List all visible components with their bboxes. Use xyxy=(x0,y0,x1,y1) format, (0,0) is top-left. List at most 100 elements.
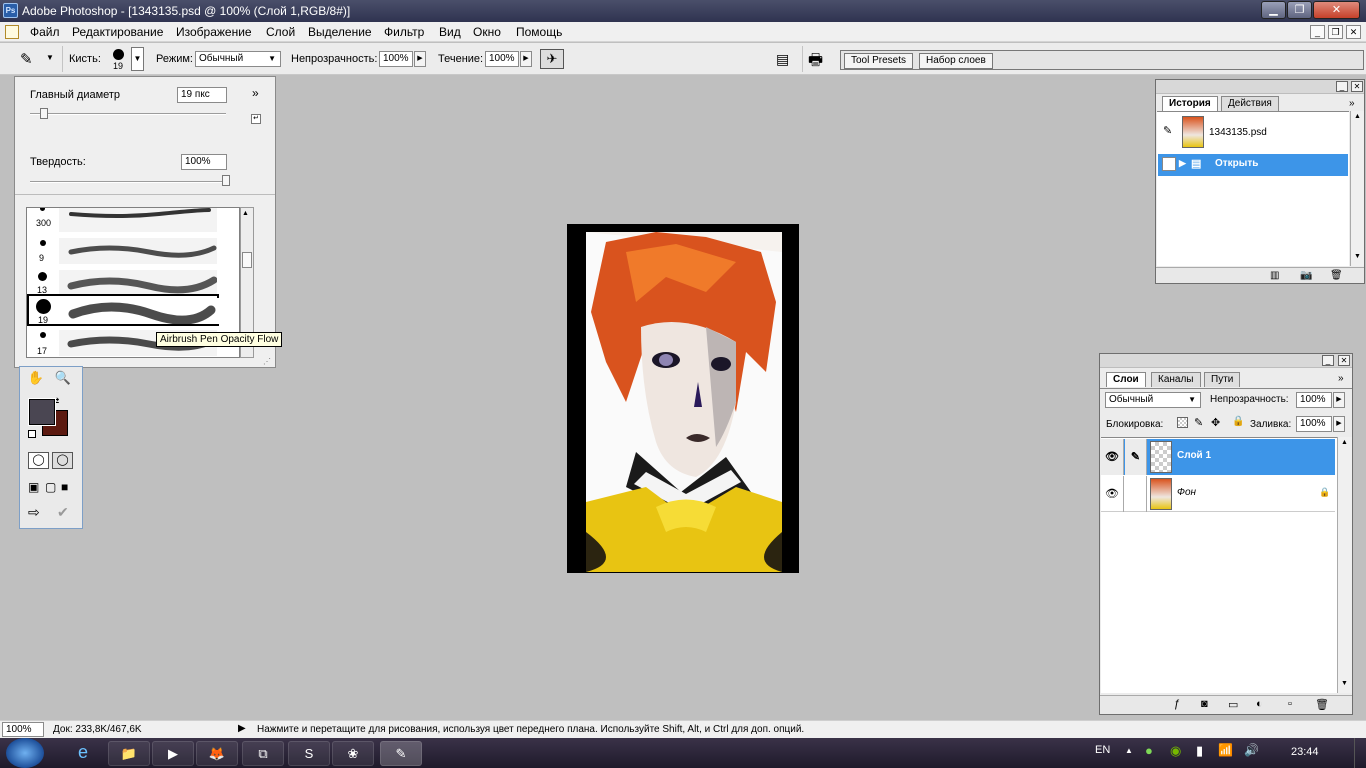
trash-icon[interactable]: 🗑 xyxy=(1330,270,1343,281)
minimize-button[interactable]: ▁ xyxy=(1261,1,1286,19)
tab-paths[interactable]: Пути xyxy=(1204,372,1241,387)
brush-preview[interactable] xyxy=(113,49,124,60)
scroll-down-icon[interactable]: ▼ xyxy=(1341,680,1348,687)
menu-image[interactable]: Изображение xyxy=(176,25,252,39)
layer-row-layer1[interactable]: 👁 ✎ Слой 1 xyxy=(1101,439,1335,475)
brush-picker-button[interactable]: ▼ xyxy=(131,47,144,71)
brush-preset-9[interactable]: 9 xyxy=(27,236,227,268)
explorer-icon[interactable]: 📁 xyxy=(108,741,150,766)
hardness-slider-thumb[interactable] xyxy=(222,175,230,186)
layer-style-icon[interactable]: ƒ xyxy=(1174,698,1180,710)
maximize-button[interactable]: ❐ xyxy=(1287,1,1312,19)
scroll-thumb[interactable] xyxy=(242,252,252,268)
tab-channels[interactable]: Каналы xyxy=(1151,372,1201,387)
network-app-icon[interactable]: ⧉ xyxy=(242,741,284,766)
tab-layer-comps[interactable]: Набор слоев xyxy=(919,53,993,69)
doc-minimize-button[interactable]: _ xyxy=(1310,25,1325,39)
palette-well-icon[interactable]: ▤ xyxy=(776,51,789,68)
tab-actions[interactable]: Действия xyxy=(1221,96,1279,111)
photoshop-taskbar-icon[interactable]: ✎ xyxy=(380,741,422,766)
firefox-icon[interactable]: 🦊 xyxy=(196,741,238,766)
layer-opacity-slider-button[interactable]: ▶ xyxy=(1333,392,1345,408)
document-icon[interactable] xyxy=(5,25,19,39)
snapshot-name[interactable]: 1343135.psd xyxy=(1209,127,1267,138)
layer-name[interactable]: Слой 1 xyxy=(1177,450,1211,461)
reset-diameter-icon[interactable]: ↵ xyxy=(251,114,261,124)
opacity-slider-button[interactable]: ▶ xyxy=(414,51,426,67)
layers-scrollbar[interactable]: ▲ ▼ xyxy=(1337,437,1352,693)
language-indicator[interactable]: EN xyxy=(1095,744,1110,756)
menu-file[interactable]: Файл xyxy=(30,25,60,39)
panel-menu-icon[interactable]: » xyxy=(252,86,259,100)
commit-icon[interactable]: ✔ xyxy=(57,504,69,521)
airbrush-toggle-icon[interactable]: ✈ xyxy=(540,49,564,69)
menu-filter[interactable]: Фильтр xyxy=(384,25,424,39)
screen-mode-standard-icon[interactable]: ▣ xyxy=(28,480,39,494)
panel-menu-icon[interactable]: » xyxy=(1349,98,1355,109)
start-button[interactable] xyxy=(6,738,44,768)
visibility-eye-icon[interactable]: 👁 xyxy=(1101,476,1124,512)
tray-app-icon[interactable]: ● xyxy=(1145,743,1153,758)
skype-icon[interactable]: S xyxy=(288,741,330,766)
scroll-down-icon[interactable]: ▼ xyxy=(1354,253,1361,260)
tool-preset-dropdown-icon[interactable]: ▼ xyxy=(46,53,54,62)
resize-grip-icon[interactable]: ⋰ xyxy=(263,357,271,366)
new-group-icon[interactable]: ▭ xyxy=(1228,698,1238,711)
clock[interactable]: 23:44 xyxy=(1291,746,1319,758)
visibility-eye-icon[interactable]: 👁 xyxy=(1101,439,1124,475)
diameter-input[interactable]: 19 пкс xyxy=(177,87,227,103)
show-desktop-button[interactable] xyxy=(1354,738,1366,768)
lock-all-icon[interactable]: 🔒 xyxy=(1232,416,1244,427)
menu-layer[interactable]: Слой xyxy=(266,25,295,39)
flow-input[interactable]: 100% xyxy=(485,51,519,67)
lock-pixels-icon[interactable]: ✎ xyxy=(1194,416,1203,429)
close-button[interactable]: ✕ xyxy=(1313,1,1360,19)
history-checkbox[interactable] xyxy=(1162,157,1176,171)
brush-preset-300[interactable]: 300 xyxy=(27,208,227,236)
new-document-icon[interactable]: ▥ xyxy=(1270,270,1279,281)
hardness-input[interactable]: 100% xyxy=(181,154,227,170)
tray-expand-icon[interactable]: ▲ xyxy=(1125,746,1133,755)
volume-icon[interactable]: 🔊 xyxy=(1244,743,1259,757)
new-snapshot-icon[interactable]: 📷 xyxy=(1300,270,1312,281)
menu-edit[interactable]: Редактирование xyxy=(72,25,163,39)
zoom-tool-icon[interactable]: 🔍 xyxy=(52,369,74,387)
doc-close-button[interactable]: ✕ xyxy=(1346,25,1361,39)
layer-name[interactable]: Фон xyxy=(1177,487,1196,498)
scroll-up-icon[interactable]: ▲ xyxy=(1341,439,1348,446)
panel-minimize-button[interactable]: _ xyxy=(1322,355,1334,366)
lock-transparency-icon[interactable] xyxy=(1177,417,1188,428)
network-signal-icon[interactable]: 📶 xyxy=(1218,743,1233,757)
battery-icon[interactable]: ▮ xyxy=(1196,743,1203,759)
default-colors-icon[interactable] xyxy=(28,430,36,438)
screen-mode-full-icon[interactable]: ■ xyxy=(61,480,68,494)
menu-window[interactable]: Окно xyxy=(473,25,501,39)
fill-input[interactable]: 100% xyxy=(1296,416,1332,432)
foreground-color-swatch[interactable] xyxy=(28,398,56,426)
media-player-icon[interactable]: ▶ xyxy=(152,741,194,766)
status-menu-arrow-icon[interactable]: ▶ xyxy=(238,723,246,734)
history-scrollbar[interactable]: ▲ ▼ xyxy=(1350,111,1364,266)
layer-link-slot[interactable] xyxy=(1125,476,1147,512)
internet-explorer-icon[interactable]: e xyxy=(62,741,104,766)
jump-to-imageready-icon[interactable]: ⇨ xyxy=(28,504,40,521)
menu-view[interactable]: Вид xyxy=(439,25,461,39)
layer-opacity-input[interactable]: 100% xyxy=(1296,392,1332,408)
blend-mode-select[interactable]: Обычный ▼ xyxy=(1105,392,1201,408)
brush-preset-19-selected[interactable]: 19 xyxy=(27,294,219,326)
adjustment-layer-icon[interactable]: ◐ xyxy=(1256,698,1263,710)
lock-position-icon[interactable]: ✥ xyxy=(1211,416,1220,429)
standard-mode-icon[interactable]: ◯ xyxy=(28,452,49,469)
fill-slider-button[interactable]: ▶ xyxy=(1333,416,1345,432)
scroll-up-icon[interactable]: ▲ xyxy=(1354,113,1361,120)
layer-row-background[interactable]: 👁 Фон 🔒 xyxy=(1101,476,1335,512)
quick-mask-icon[interactable]: ◯ xyxy=(52,452,73,469)
menu-help[interactable]: Помощь xyxy=(516,25,562,39)
hand-tool-icon[interactable]: ✋ xyxy=(25,369,47,387)
doc-restore-button[interactable]: ❐ xyxy=(1328,25,1343,39)
document-canvas[interactable] xyxy=(567,224,799,573)
flow-slider-button[interactable]: ▶ xyxy=(520,51,532,67)
scroll-up-icon[interactable]: ▲ xyxy=(242,210,249,217)
zoom-field[interactable]: 100% xyxy=(2,722,44,737)
tab-tool-presets[interactable]: Tool Presets xyxy=(844,53,914,69)
